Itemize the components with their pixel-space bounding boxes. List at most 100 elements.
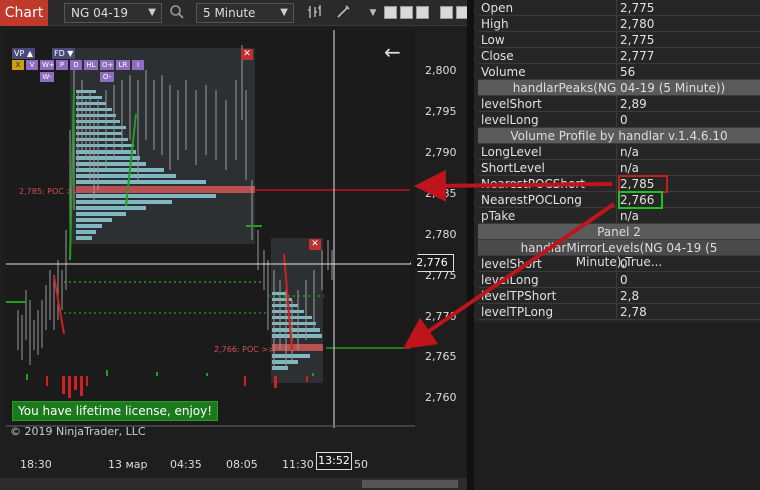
data-row: NearestPOCShort 2,785 <box>478 175 760 193</box>
panel-divider[interactable] <box>467 0 474 490</box>
data-value: 0 <box>620 257 628 271</box>
y-tick: 2,770 <box>425 310 457 323</box>
chart-canvas <box>6 30 415 428</box>
chip-wplus[interactable]: W+ <box>40 60 55 70</box>
data-row: levelShort 0 <box>478 256 760 272</box>
time-axis[interactable]: 18:30 13 мар 04:35 08:05 11:30 50 <box>0 450 467 480</box>
data-value: n/a <box>620 209 640 223</box>
maximize-button[interactable] <box>400 6 413 19</box>
data-row: levelTPShort 2,8 <box>478 288 760 304</box>
interval-selector[interactable]: 5 Minute ▼ <box>196 3 294 23</box>
data-box-panel: Open 2,775 High 2,780 Low 2,775 Close 2,777 … <box>474 0 760 322</box>
search-icon[interactable] <box>168 4 186 22</box>
data-key: LongLevel <box>481 145 542 159</box>
chip-v[interactable]: V <box>26 60 38 70</box>
fd-toggle[interactable]: FD ▼ <box>52 48 76 59</box>
data-row: Volume 56 <box>478 64 760 80</box>
back-arrow-icon[interactable]: ← <box>384 40 401 64</box>
poc-label-long: 2,766: POC >> <box>214 345 275 354</box>
data-key: Close <box>481 49 514 63</box>
vp-toggle[interactable]: VP ▲ <box>12 48 35 59</box>
data-value: 2,775 <box>620 1 655 15</box>
poc-label-short: 2,785: POC >> <box>19 187 80 196</box>
data-key: Low <box>481 33 505 47</box>
data-key: Open <box>481 1 514 15</box>
x-tick: 08:05 <box>226 458 258 471</box>
data-row: levelShort 2,89 <box>478 96 760 112</box>
chip-wminus[interactable]: W- <box>40 72 54 82</box>
price-chart-panel[interactable]: VP ▲ FD ▼ X V W+ P D HL O+ LR I W- O- ✕ … <box>6 30 415 428</box>
chip-lr[interactable]: LR <box>116 60 130 70</box>
scrollbar-thumb[interactable] <box>362 480 458 488</box>
chart-toolbar: Chart NG 04-19 ▼ 5 Minute ▼ ▼ <box>0 0 472 26</box>
chart-style-icon[interactable] <box>306 4 324 22</box>
data-value: 0 <box>620 113 628 127</box>
data-value: 2,8 <box>620 289 640 303</box>
data-row: LongLevel n/a <box>478 144 760 160</box>
data-key: levelShort <box>481 97 542 111</box>
data-key: Volume <box>481 65 526 79</box>
current-price-tag: 2,776 <box>410 254 454 272</box>
section-header: Volume Profile by handlar v.1.4.6.10 <box>478 128 760 144</box>
chip-oplus[interactable]: O+ <box>100 60 114 70</box>
data-value: 56 <box>620 65 636 79</box>
data-row: NearestPOCLong 2,766 <box>478 191 760 209</box>
layout-button[interactable] <box>440 6 453 19</box>
draw-pencil-icon[interactable] <box>334 4 352 22</box>
chip-p[interactable]: P <box>56 60 68 70</box>
section-header: handlarPeaks(NG 04-19 (5 Minute)) <box>478 80 760 96</box>
x-tick: 50 <box>354 458 368 471</box>
data-key: pTake <box>481 209 516 223</box>
data-row: levelTPLong 2,78 <box>478 304 760 320</box>
data-key: levelLong <box>481 113 539 127</box>
chip-d[interactable]: D <box>70 60 82 70</box>
chevron-down-icon: ▼ <box>280 7 288 18</box>
data-value: 0 <box>620 273 628 287</box>
data-value: 2,777 <box>620 49 655 63</box>
price-axis[interactable]: 2,800 2,795 2,790 2,785 2,780 2,775 2,77… <box>415 30 467 450</box>
chip-hl[interactable]: HL <box>84 60 98 70</box>
data-row: Close 2,777 <box>478 48 760 64</box>
data-value: n/a <box>620 145 640 159</box>
data-value: 2,780 <box>620 17 655 31</box>
license-notice: You have lifetime license, enjoy! <box>12 401 219 421</box>
data-row: Low 2,775 <box>478 32 760 48</box>
data-row: levelLong 0 <box>478 272 760 288</box>
ninjatrader-window: Chart NG 04-19 ▼ 5 Minute ▼ ▼ VP ▲ FD ▼ … <box>0 0 760 490</box>
x-tick: 18:30 <box>20 458 52 471</box>
chart-tab[interactable]: Chart <box>0 0 48 26</box>
x-tick: 04:35 <box>170 458 202 471</box>
data-key: NearestPOCShort <box>481 177 585 191</box>
interval-value: 5 Minute <box>203 6 256 20</box>
data-row: Open 2,775 <box>478 0 760 16</box>
instrument-selector[interactable]: NG 04-19 ▼ <box>64 3 162 23</box>
data-row: ShortLevel n/a <box>478 160 760 176</box>
chip-x[interactable]: X <box>12 60 24 70</box>
data-key: levelLong <box>481 273 539 287</box>
current-time-tag: 13:52 <box>316 452 352 470</box>
close-profile-2-icon[interactable]: ✕ <box>309 239 321 250</box>
data-row: pTake n/a <box>478 208 760 224</box>
minimize-button[interactable] <box>384 6 397 19</box>
section-header: Panel 2 <box>478 224 760 240</box>
y-tick: 2,765 <box>425 350 457 363</box>
x-tick: 13 мар <box>108 458 148 471</box>
chevron-down-icon: ▼ <box>148 7 156 18</box>
highlight-green <box>618 191 663 209</box>
poc-bar-1 <box>76 186 255 193</box>
dropdown-arrow-icon[interactable]: ▼ <box>364 4 382 22</box>
data-value: n/a <box>620 161 640 175</box>
data-key: levelShort <box>481 257 542 271</box>
chip-ominus[interactable]: O- <box>100 72 114 82</box>
section-header: handlarMirrorLevels(NG 04-19 (5 Minute),… <box>478 240 760 269</box>
data-key: ShortLevel <box>481 161 545 175</box>
data-key: levelTPLong <box>481 305 554 319</box>
restore-button[interactable] <box>416 6 429 19</box>
data-key: levelTPShort <box>481 289 557 303</box>
close-profile-1-icon[interactable]: ✕ <box>241 49 253 60</box>
instrument-value: NG 04-19 <box>71 6 128 20</box>
data-value: 2,89 <box>620 97 647 111</box>
chip-i[interactable]: I <box>132 60 144 70</box>
horizontal-scrollbar[interactable] <box>0 478 467 490</box>
y-tick: 2,780 <box>425 228 457 241</box>
